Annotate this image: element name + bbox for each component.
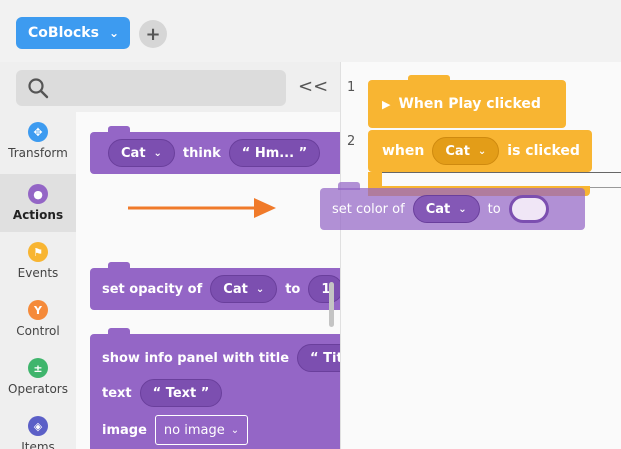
- set-opacity-block[interactable]: set opacity of Cat ⌄ to 1: [90, 262, 340, 310]
- blocks-sidebar: << ✥ Transform ● Actions ⚑ Events Y Cont…: [0, 62, 340, 449]
- to-label: to: [285, 281, 301, 297]
- target-label: Cat: [445, 143, 470, 159]
- target-label: Cat: [223, 281, 248, 297]
- branch-icon: Y: [28, 300, 48, 320]
- category-items[interactable]: ◈ Items: [0, 406, 76, 449]
- eye-icon: ●: [28, 184, 48, 204]
- block-notch: [338, 182, 360, 190]
- think-block[interactable]: Cat ⌄ think “ Hm... ”: [90, 126, 340, 174]
- category-operators[interactable]: ± Operators: [0, 348, 76, 406]
- category-label: Operators: [8, 382, 68, 396]
- chevron-down-icon: ⌄: [230, 424, 240, 436]
- info-title-label: show info panel with title: [102, 350, 290, 366]
- target-label: Cat: [425, 201, 451, 217]
- project-dropdown-button[interactable]: CoBlocks ⌄: [16, 17, 130, 49]
- category-label: Events: [17, 266, 59, 280]
- color-swatch[interactable]: [508, 195, 549, 223]
- block-notch: [108, 126, 130, 134]
- when-clicked-block[interactable]: when Cat ⌄ is clicked: [368, 130, 592, 172]
- image-dropdown[interactable]: no image ⌄: [154, 415, 249, 445]
- when-label: when: [382, 143, 425, 159]
- chevron-down-icon: ⌄: [477, 145, 487, 157]
- text-input[interactable]: “ Text ”: [139, 379, 223, 407]
- search-input[interactable]: [16, 70, 286, 106]
- target-dropdown[interactable]: Cat ⌄: [210, 275, 278, 303]
- info-title-row: show info panel with title “ Titl: [102, 342, 340, 374]
- target-label: Cat: [121, 145, 146, 161]
- category-label: Items: [21, 440, 55, 449]
- category-label: Control: [16, 324, 60, 338]
- think-label: think: [182, 145, 221, 161]
- info-image-row: image no image ⌄: [102, 412, 340, 448]
- info-image-label: image: [102, 422, 147, 438]
- play-block-label: When Play clicked: [398, 96, 541, 112]
- project-name: CoBlocks: [28, 25, 99, 41]
- set-opacity-label: set opacity of: [102, 281, 203, 297]
- top-bar: CoBlocks ⌄ +: [0, 0, 621, 62]
- category-control[interactable]: Y Control: [0, 290, 76, 348]
- image-value: no image: [163, 422, 225, 438]
- line-number: 1: [347, 80, 356, 95]
- block-notch: [108, 262, 130, 270]
- chevron-down-icon: ⌄: [108, 26, 119, 40]
- chevron-down-icon: ⌄: [255, 283, 265, 295]
- category-label: Transform: [8, 146, 68, 160]
- play-icon: ▶: [382, 97, 391, 111]
- is-clicked-label: is clicked: [507, 143, 580, 159]
- show-info-panel-block[interactable]: show info panel with title “ Titl text “…: [90, 328, 340, 449]
- palette-scrollbar[interactable]: [329, 282, 334, 327]
- box-icon: ◈: [28, 416, 48, 436]
- search-icon: [28, 78, 49, 99]
- add-project-button[interactable]: +: [139, 20, 167, 48]
- info-text-label: text: [102, 385, 132, 401]
- category-list: ✥ Transform ● Actions ⚑ Events Y Control…: [0, 112, 76, 449]
- block-palette: Cat ⌄ think “ Hm... ” set opacity of Cat…: [76, 112, 340, 449]
- info-text-row: text “ Text ”: [102, 374, 340, 412]
- transform-icon: ✥: [28, 122, 48, 142]
- plus-minus-icon: ±: [28, 358, 48, 378]
- category-transform[interactable]: ✥ Transform: [0, 112, 76, 170]
- code-workspace[interactable]: 1 2 ▶ When Play clicked when Cat ⌄ is cl…: [340, 62, 621, 449]
- category-actions[interactable]: ● Actions: [0, 174, 76, 232]
- category-label: Actions: [12, 208, 64, 222]
- think-text-input[interactable]: “ Hm... ”: [228, 139, 321, 167]
- when-play-clicked-block[interactable]: ▶ When Play clicked: [368, 75, 566, 128]
- line-gutter: 1 2: [341, 62, 365, 449]
- target-dropdown[interactable]: Cat ⌄: [412, 195, 480, 223]
- category-events[interactable]: ⚑ Events: [0, 232, 76, 290]
- block-notch: [408, 75, 450, 82]
- chevron-down-icon: ⌄: [458, 203, 467, 215]
- title-text-input[interactable]: “ Titl: [297, 344, 340, 372]
- opacity-value-input[interactable]: 1: [308, 275, 340, 303]
- flag-icon: ⚑: [28, 242, 48, 262]
- set-color-block-dragging[interactable]: set color of Cat ⌄ to: [320, 182, 585, 230]
- collapse-panel-button[interactable]: <<: [298, 76, 328, 97]
- chevron-down-icon: ⌄: [153, 147, 162, 159]
- block-notch: [108, 328, 130, 336]
- to-label: to: [487, 201, 501, 217]
- line-number: 2: [347, 134, 356, 149]
- set-color-label: set color of: [332, 201, 405, 217]
- target-dropdown[interactable]: Cat ⌄: [432, 137, 500, 165]
- target-dropdown[interactable]: Cat ⌄: [108, 139, 175, 167]
- drag-direction-arrow-icon: [128, 198, 276, 218]
